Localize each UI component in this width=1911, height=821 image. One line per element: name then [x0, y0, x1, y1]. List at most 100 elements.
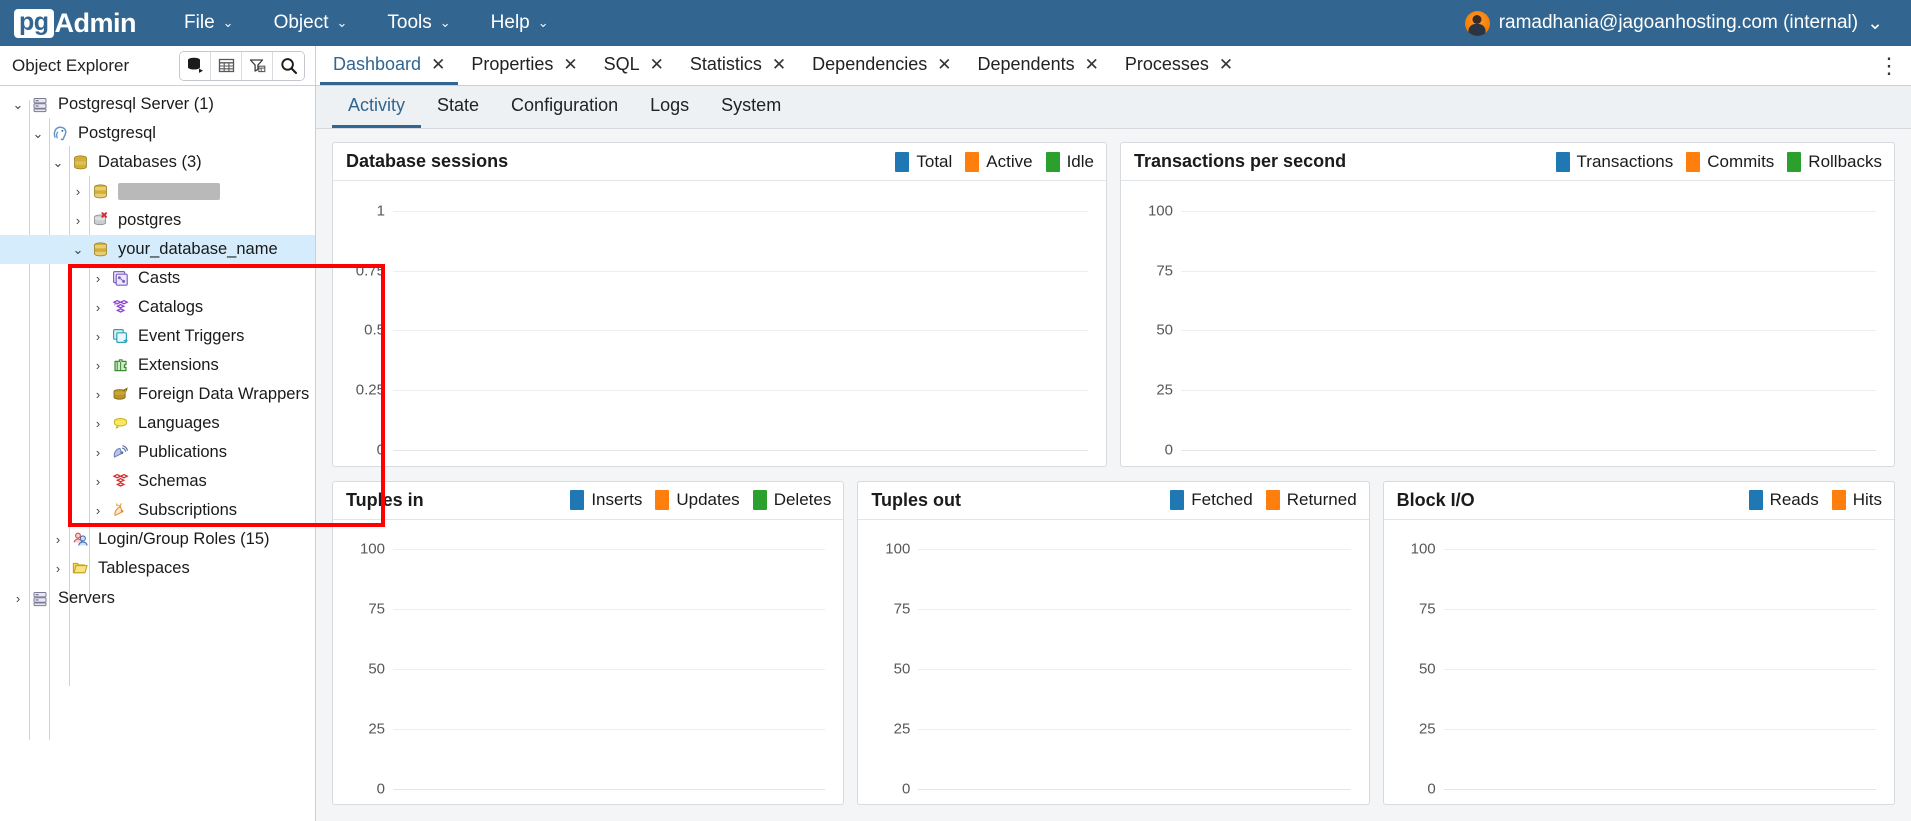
- legend-item-returned[interactable]: Returned: [1265, 490, 1357, 510]
- close-icon[interactable]: ✕: [1085, 56, 1099, 73]
- tree-node-foreign-data-wrappers[interactable]: › Foreign Data Wrappers: [0, 380, 315, 409]
- chevron-right-icon[interactable]: ›: [90, 329, 106, 344]
- filter-icon[interactable]: [242, 51, 273, 80]
- tab-processes[interactable]: Processes ✕: [1112, 46, 1246, 85]
- tree-node-publications[interactable]: › Publications: [0, 438, 315, 467]
- close-icon[interactable]: ✕: [1219, 56, 1233, 73]
- gridline: [918, 728, 1351, 730]
- logo-admin-text: Admin: [54, 7, 137, 38]
- close-icon[interactable]: ✕: [772, 56, 786, 73]
- user-account-menu[interactable]: ramadhania@jagoanhosting.com (internal) …: [1464, 10, 1897, 36]
- chevron-down-icon[interactable]: ⌄: [10, 97, 26, 113]
- tree-node-casts[interactable]: › Casts: [0, 264, 315, 293]
- legend-item-inserts[interactable]: Inserts: [570, 490, 642, 510]
- chart-plot-area: 100 75 50 25 0: [858, 520, 1368, 805]
- legend-item-transactions[interactable]: Transactions: [1555, 151, 1673, 172]
- tree-node-schemas[interactable]: › Schemas: [0, 467, 315, 496]
- tab-dashboard-label: Dashboard: [333, 53, 422, 74]
- tree-node-languages[interactable]: › Languages: [0, 409, 315, 438]
- legend-item-commits[interactable]: Commits: [1686, 151, 1774, 172]
- gridline: [1443, 609, 1876, 611]
- tab-dashboard[interactable]: Dashboard ✕: [320, 46, 459, 85]
- tab-dependencies[interactable]: Dependencies ✕: [799, 46, 964, 85]
- subtab-configuration[interactable]: Configuration: [495, 95, 634, 128]
- more-options-icon[interactable]: ⋮: [1867, 46, 1911, 85]
- chevron-right-icon[interactable]: ›: [90, 358, 106, 373]
- menu-object[interactable]: Object ⌄: [256, 6, 366, 40]
- chevron-right-icon[interactable]: ›: [70, 213, 86, 228]
- gridline: [918, 668, 1351, 670]
- tree-node-catalogs[interactable]: › Catalogs: [0, 293, 315, 322]
- menu-tools[interactable]: Tools ⌄: [369, 6, 468, 40]
- tree-node-redacted-database[interactable]: ›: [0, 177, 315, 206]
- legend-item-reads[interactable]: Reads: [1748, 490, 1819, 510]
- chevron-right-icon[interactable]: ›: [50, 532, 66, 547]
- logo-pg-mark: pg: [14, 8, 54, 38]
- legend-item-deletes[interactable]: Deletes: [752, 490, 831, 510]
- tab-sql[interactable]: SQL ✕: [591, 46, 677, 85]
- legend-item-hits[interactable]: Hits: [1831, 490, 1882, 510]
- chevron-right-icon[interactable]: ›: [90, 300, 106, 315]
- tree-node-tablespaces[interactable]: › Tablespaces: [0, 554, 315, 583]
- close-icon[interactable]: ✕: [431, 56, 445, 73]
- chevron-right-icon[interactable]: ›: [10, 591, 26, 606]
- tree-node-databases[interactable]: ⌄ Databases (3): [0, 148, 315, 177]
- object-explorer-tree[interactable]: ⌄ Postgresql Server (1) ⌄ Postgresql ⌄ D…: [0, 86, 316, 821]
- legend-item-idle[interactable]: Idle: [1045, 151, 1094, 172]
- gridline: [393, 210, 1088, 212]
- chevron-right-icon[interactable]: ›: [90, 503, 106, 518]
- tree-node-login-group-roles[interactable]: › Login/Group Roles (15): [0, 525, 315, 554]
- menu-file[interactable]: File ⌄: [166, 6, 252, 40]
- y-axis-tick: 0: [376, 780, 385, 798]
- chevron-right-icon[interactable]: ›: [90, 271, 106, 286]
- chevron-right-icon[interactable]: ›: [50, 561, 66, 576]
- tree-node-postgres-db[interactable]: › postgres: [0, 206, 315, 235]
- chevron-right-icon[interactable]: ›: [90, 416, 106, 431]
- tree-node-label: Casts: [138, 269, 181, 287]
- object-browser-icon[interactable]: [180, 51, 211, 80]
- gridline: [1443, 549, 1876, 551]
- search-icon[interactable]: [273, 51, 304, 80]
- subtab-system[interactable]: System: [705, 95, 797, 128]
- legend-item-updates[interactable]: Updates: [655, 490, 740, 510]
- legend-swatch: [752, 490, 767, 510]
- tab-dependents[interactable]: Dependents ✕: [965, 46, 1112, 85]
- legend-item-rollbacks[interactable]: Rollbacks: [1787, 151, 1882, 172]
- tree-node-servers[interactable]: › Servers: [0, 584, 315, 613]
- chevron-down-icon[interactable]: ⌄: [50, 155, 66, 171]
- legend-swatch: [570, 490, 585, 510]
- chart-header: Transactions per second Transactions Com…: [1121, 143, 1894, 181]
- tab-statistics[interactable]: Statistics ✕: [677, 46, 799, 85]
- tree-node-event-triggers[interactable]: › Event Triggers: [0, 322, 315, 351]
- chart-legend: Total Active Idle: [895, 151, 1094, 172]
- legend-item-fetched[interactable]: Fetched: [1170, 490, 1253, 510]
- tree-node-postgresql-server[interactable]: ⌄ Postgresql Server (1): [0, 90, 315, 119]
- tree-node-your-database-name[interactable]: ⌄ your_database_name: [0, 235, 315, 264]
- menu-help[interactable]: Help ⌄: [473, 6, 567, 40]
- subtab-activity[interactable]: Activity: [332, 95, 422, 128]
- axis-baseline: [1443, 788, 1876, 790]
- tree-node-subscriptions[interactable]: › Subscriptions: [0, 496, 315, 525]
- close-icon[interactable]: ✕: [563, 56, 577, 73]
- legend-label: Rollbacks: [1808, 151, 1882, 171]
- chevron-down-icon[interactable]: ⌄: [30, 126, 46, 142]
- close-icon[interactable]: ✕: [937, 56, 951, 73]
- subtab-logs[interactable]: Logs: [634, 95, 705, 128]
- chart-canvas: 100 75 50 25 0: [1392, 534, 1880, 797]
- chevron-right-icon[interactable]: ›: [90, 387, 106, 402]
- legend-item-active[interactable]: Active: [965, 151, 1033, 172]
- subtab-state[interactable]: State: [421, 95, 495, 128]
- tree-node-postgresql[interactable]: ⌄ Postgresql: [0, 119, 315, 148]
- tab-properties[interactable]: Properties ✕: [458, 46, 590, 85]
- tree-node-extensions[interactable]: › Extensions: [0, 351, 315, 380]
- chevron-down-icon[interactable]: ⌄: [70, 242, 86, 258]
- chevron-right-icon[interactable]: ›: [90, 474, 106, 489]
- close-icon[interactable]: ✕: [650, 56, 664, 73]
- chevron-right-icon[interactable]: ›: [90, 445, 106, 460]
- y-axis-tick: 0: [1164, 441, 1173, 459]
- legend-swatch: [1748, 490, 1763, 510]
- chevron-right-icon[interactable]: ›: [70, 184, 86, 199]
- legend-item-total[interactable]: Total: [895, 151, 952, 172]
- grid-table-icon[interactable]: [211, 51, 242, 80]
- chart-legend: Reads Hits: [1748, 490, 1882, 510]
